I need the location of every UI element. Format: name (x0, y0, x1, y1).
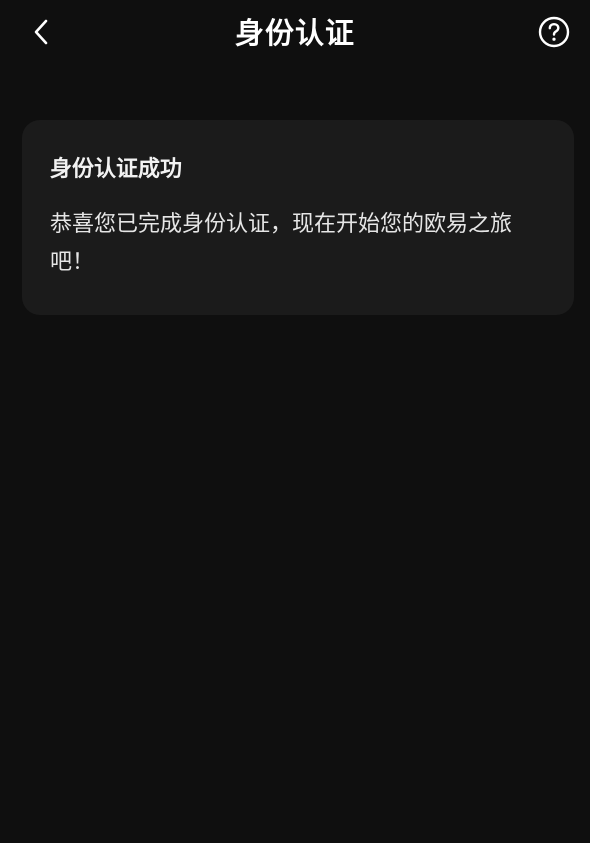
chevron-left-icon (34, 19, 48, 45)
verification-success-card: 身份认证成功 恭喜您已完成身份认证，现在开始您的欧易之旅吧！ (22, 120, 574, 315)
screen: 身份认证 身份认证成功 恭喜您已完成身份认证，现在开始您的欧易之旅吧！ (0, 0, 590, 843)
back-button[interactable] (24, 14, 60, 50)
page-title: 身份认证 (234, 16, 355, 50)
question-circle-icon (538, 16, 570, 48)
card-title: 身份认证成功 (50, 157, 183, 182)
card-message: 恭喜您已完成身份认证，现在开始您的欧易之旅吧！ (50, 212, 513, 275)
header: 身份认证 (0, 0, 590, 66)
help-button[interactable] (536, 14, 572, 50)
